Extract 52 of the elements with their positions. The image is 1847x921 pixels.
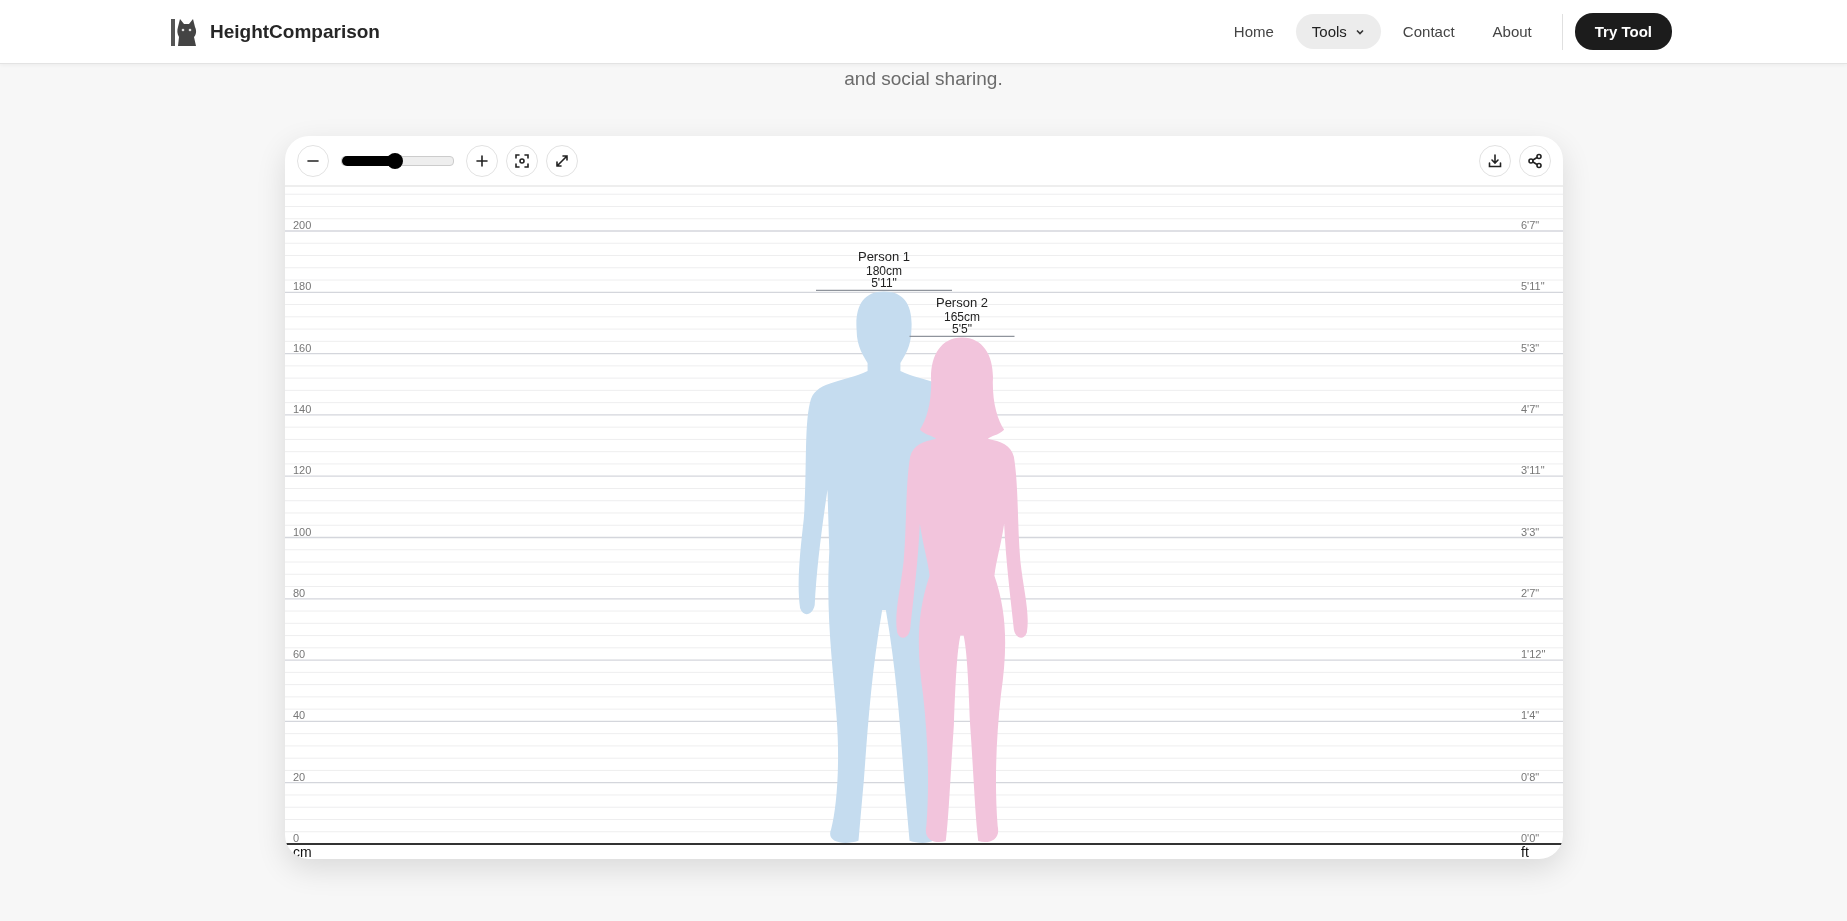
axis-tick-label: 0'8" — [1520, 770, 1539, 783]
axis-tick-label: 1'12" — [1520, 648, 1545, 661]
share-icon — [1526, 152, 1543, 169]
axis-tick-label: 2'7" — [1520, 586, 1539, 599]
cat-logo-icon — [170, 16, 198, 47]
height-ft-label: 5'5" — [951, 322, 972, 337]
try-tool-button[interactable]: Try Tool — [1574, 13, 1672, 50]
download-button[interactable] — [1478, 144, 1511, 177]
axis-tick-label: 100 — [292, 525, 311, 538]
height-ft-label: 5'11" — [870, 276, 897, 291]
intro-text: and social sharing. — [844, 68, 1003, 90]
axis-tick-label: 60 — [292, 648, 305, 661]
expand-arrows-icon — [553, 152, 570, 169]
axis-tick-label: 0 — [292, 832, 299, 844]
person-name: Person 2 — [935, 295, 988, 311]
axis-tick-label: 120 — [292, 464, 311, 477]
axis-tick-label: 4'7" — [1520, 402, 1539, 415]
axis-tick-label: 3'3" — [1520, 525, 1539, 538]
axis-tick-label: 3'11" — [1520, 464, 1545, 477]
plus-icon — [473, 152, 490, 169]
zoom-in-button[interactable] — [465, 144, 498, 177]
zoom-slider[interactable] — [340, 155, 454, 166]
fullscreen-button[interactable] — [545, 144, 578, 177]
axis-tick-label: 40 — [292, 709, 305, 722]
axis-tick-label: 0'0" — [1520, 832, 1539, 844]
axis-tick-label: 140 — [292, 402, 311, 415]
focus-button[interactable] — [505, 144, 538, 177]
unit-label: ft — [1520, 844, 1529, 859]
axis-tick-label: 80 — [292, 586, 305, 599]
nav-link[interactable]: Contact — [1386, 14, 1471, 49]
download-icon — [1486, 152, 1503, 169]
height-cm-label: 165cm — [943, 310, 980, 325]
minus-icon — [306, 158, 319, 163]
axis-tick-label: 1'4" — [1520, 709, 1539, 722]
height-cm-label: 180cm — [865, 264, 902, 279]
slider-thumb[interactable] — [386, 152, 403, 169]
axis-tick-label: 160 — [292, 341, 311, 354]
person-name: Person 1 — [857, 249, 910, 265]
axis-tick-label: 5'11" — [1520, 280, 1545, 293]
axis-tick-label: 20 — [292, 770, 305, 783]
brand-name: HeightComparison — [210, 20, 380, 43]
brand-logo-link[interactable]: HeightComparison — [170, 16, 380, 47]
focus-frame-icon — [513, 152, 530, 169]
axis-tick-label: 200 — [292, 219, 311, 231]
axis-tick-label: 180 — [292, 280, 311, 293]
axis-tick-label: 5'3" — [1520, 341, 1539, 354]
nav-link[interactable]: About — [1476, 14, 1548, 49]
zoom-out-button[interactable] — [296, 144, 329, 177]
nav-link[interactable]: Home — [1217, 14, 1290, 49]
nav-link[interactable]: Tools — [1295, 14, 1381, 49]
axis-tick-label: 6'7" — [1520, 219, 1539, 231]
share-button[interactable] — [1518, 144, 1551, 177]
